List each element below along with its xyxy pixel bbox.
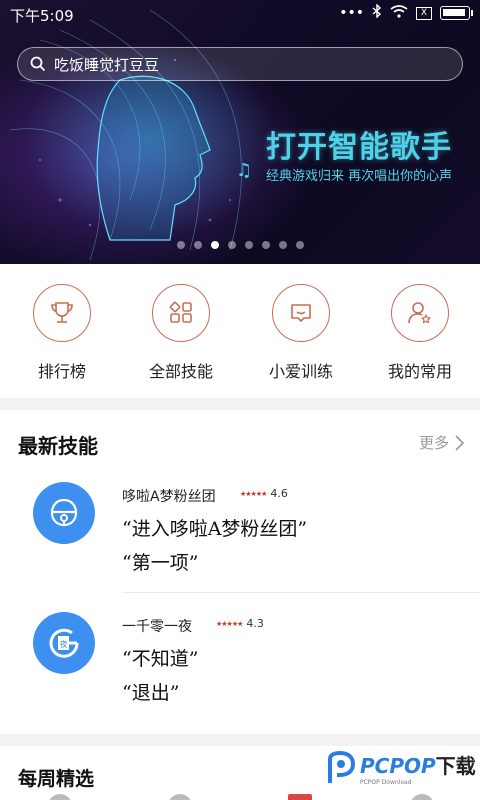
skill-example-1: “进入哆啦A梦粉丝团” bbox=[122, 518, 308, 540]
search-icon bbox=[30, 56, 46, 72]
status-bar: 下午5:09 ••• X bbox=[0, 0, 480, 30]
quick-item-all-skills[interactable]: 全部技能 bbox=[131, 284, 231, 382]
night-book-icon: 夜 bbox=[33, 612, 95, 674]
carousel-dot[interactable] bbox=[210, 241, 219, 249]
quick-item-ranking[interactable]: 排行榜 bbox=[12, 284, 112, 382]
banner[interactable]: 下午5:09 ••• X 吃饭睡觉打豆豆 打开智能歌手 ♫ 经典游戏归来 再次唱… bbox=[0, 0, 480, 264]
quick-item-favorites[interactable]: 我的常用 bbox=[370, 284, 470, 382]
more-link[interactable]: 更多 bbox=[419, 432, 464, 453]
banner-title: 打开智能歌手 bbox=[266, 130, 452, 165]
nav-tab-3[interactable] bbox=[288, 794, 312, 800]
user-star-icon bbox=[408, 302, 431, 324]
chat-train-icon bbox=[291, 304, 311, 322]
carousel-indicator bbox=[0, 241, 480, 249]
status-time: 下午5:09 bbox=[10, 7, 74, 25]
sim-icon: X bbox=[416, 6, 432, 20]
svg-text:夜: 夜 bbox=[60, 639, 68, 649]
search-bar[interactable]: 吃饭睡觉打豆豆 bbox=[17, 47, 463, 81]
chevron-right-icon bbox=[455, 434, 464, 451]
trophy-icon bbox=[51, 302, 73, 323]
carousel-dot[interactable] bbox=[278, 241, 287, 249]
carousel-dot[interactable] bbox=[193, 241, 202, 249]
rating-value: 4.6 bbox=[270, 487, 288, 500]
section-title-newest: 最新技能 bbox=[18, 434, 98, 458]
quick-label-favorites: 我的常用 bbox=[387, 362, 452, 381]
rating-stars-icon: ★★★★★ bbox=[240, 489, 267, 498]
watermark-brand: PCPOP下载 bbox=[360, 754, 476, 778]
more-label: 更多 bbox=[418, 434, 449, 452]
quick-label-ranking: 排行榜 bbox=[37, 362, 86, 381]
nav-tab-4[interactable] bbox=[410, 794, 434, 800]
carousel-dot[interactable] bbox=[176, 241, 185, 249]
wifi-icon bbox=[390, 4, 408, 22]
quick-actions: 排行榜 全部技能 小爱训练 我的常用 bbox=[0, 264, 480, 396]
skill-name: 一千零一夜 bbox=[122, 619, 192, 635]
nav-tab-1[interactable] bbox=[48, 794, 72, 800]
grid-icon bbox=[169, 301, 192, 323]
quick-label-all-skills: 全部技能 bbox=[148, 362, 213, 381]
rating: ★★★★★ 4.3 bbox=[216, 617, 264, 630]
search-placeholder: 吃饭睡觉打豆豆 bbox=[54, 55, 160, 74]
list-divider bbox=[122, 592, 480, 593]
bottom-nav[interactable] bbox=[0, 788, 480, 800]
bell-icon bbox=[33, 482, 95, 544]
quick-label-training: 小爱训练 bbox=[268, 362, 333, 381]
watermark-sub: PCPOP Download bbox=[360, 779, 412, 786]
section-title-weekly: 每周精选 bbox=[18, 768, 95, 790]
section-divider bbox=[0, 734, 480, 746]
nav-tab-2[interactable] bbox=[168, 794, 192, 800]
carousel-dot[interactable] bbox=[295, 241, 304, 249]
rating-value: 4.3 bbox=[246, 617, 264, 630]
status-icons: ••• X bbox=[339, 3, 473, 22]
watermark-logo: PCPOP下载 PCPOP Download bbox=[326, 750, 476, 786]
banner-subtitle: 经典游戏归来 再次唱出你的心声 bbox=[266, 169, 453, 184]
section-divider bbox=[0, 398, 480, 410]
carousel-dot[interactable] bbox=[244, 241, 253, 249]
pcpop-logo-icon bbox=[328, 751, 356, 783]
skill-example-2: “第一项” bbox=[122, 552, 199, 574]
carousel-dot[interactable] bbox=[261, 241, 270, 249]
bluetooth-icon bbox=[372, 3, 382, 22]
quick-item-training[interactable]: 小爱训练 bbox=[251, 284, 351, 382]
carousel-dot[interactable] bbox=[227, 241, 236, 249]
skill-example-1: “不知道” bbox=[122, 648, 199, 670]
skill-example-2: “退出” bbox=[122, 682, 180, 704]
rating-stars-icon: ★★★★★ bbox=[216, 619, 243, 628]
battery-icon bbox=[440, 6, 473, 20]
rating: ★★★★★ 4.6 bbox=[240, 487, 288, 500]
dots-icon: ••• bbox=[339, 5, 364, 21]
music-note-icon: ♫ bbox=[236, 160, 253, 181]
skill-name: 哆啦A梦粉丝团 bbox=[122, 489, 216, 505]
